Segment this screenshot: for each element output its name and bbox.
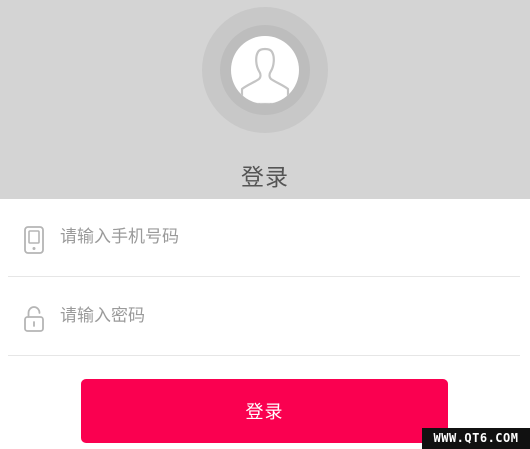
user-silhouette-icon [240, 47, 290, 104]
password-field [8, 278, 520, 356]
padlock-icon [22, 304, 46, 334]
site-watermark: WWW.QT6.COM [422, 428, 530, 449]
phone-field [8, 199, 520, 277]
avatar-border [220, 25, 310, 115]
mobile-phone-icon [22, 225, 46, 255]
profile-header: 登录 [0, 0, 530, 199]
avatar-image [231, 36, 299, 104]
page-title: 登录 [241, 165, 289, 191]
avatar[interactable] [202, 7, 328, 133]
password-input[interactable] [60, 296, 500, 336]
login-button[interactable]: 登录 [81, 379, 448, 443]
phone-input[interactable] [60, 217, 500, 257]
